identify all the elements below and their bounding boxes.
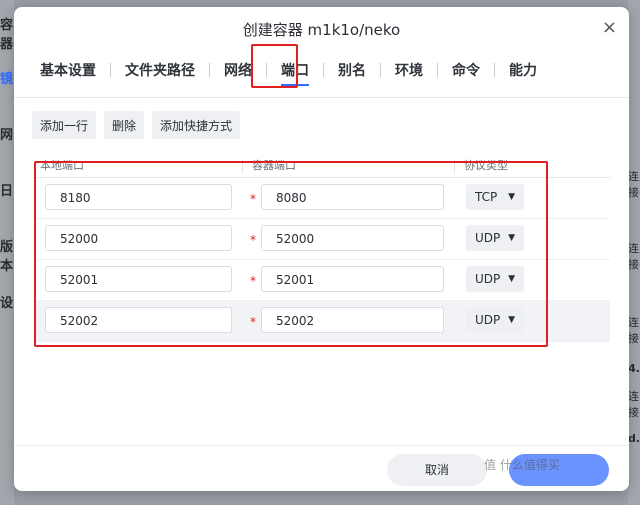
background-right-panel: 连接 连接 连接 连接 4. d. (628, 0, 640, 505)
footer-divider (14, 445, 629, 446)
tab-separator (494, 63, 495, 77)
close-icon[interactable]: × (602, 17, 617, 38)
cancel-button[interactable]: 取消 (387, 454, 487, 486)
bg-left-fragment: 网 (0, 128, 14, 143)
bg-left-fragment: 容器 (0, 18, 14, 52)
tab-alias[interactable]: 别名 (330, 60, 374, 80)
bg-right-fragment: 连接 (628, 316, 639, 345)
tab-capabilities[interactable]: 能力 (501, 60, 545, 80)
delete-button[interactable]: 删除 (104, 111, 145, 139)
bg-left-fragment: 版本 (0, 240, 14, 274)
tab-separator (209, 63, 210, 77)
header-divider (14, 97, 629, 98)
tab-highlight-box (251, 44, 298, 88)
tab-separator (437, 63, 438, 77)
bg-left-fragment: 镜 (0, 72, 14, 87)
tab-separator (323, 63, 324, 77)
toolbar: 添加一行 删除 添加快捷方式 (32, 111, 241, 139)
bg-left-fragment: 日 (0, 184, 14, 199)
tab-command[interactable]: 命令 (444, 60, 488, 80)
bg-right-fragment: 4. (628, 362, 640, 375)
watermark: 值 什么值得买 (484, 458, 560, 472)
tab-environment[interactable]: 环境 (387, 60, 431, 80)
create-container-dialog: 创建容器 m1k1o/neko × 基本设置 文件夹路径 网络 端口 别名 环境… (14, 7, 629, 491)
tab-separator (110, 63, 111, 77)
bg-right-fragment: 连接 (628, 242, 639, 271)
add-row-button[interactable]: 添加一行 (32, 111, 97, 139)
table-highlight-box (34, 161, 548, 347)
bg-left-fragment: 设 (0, 296, 14, 311)
bg-right-fragment: d. (627, 432, 640, 445)
tab-folder-path[interactable]: 文件夹路径 (117, 60, 203, 80)
add-shortcut-button[interactable]: 添加快捷方式 (152, 111, 241, 139)
bg-right-fragment: 连接 (628, 170, 639, 199)
tab-basic-settings[interactable]: 基本设置 (32, 60, 104, 80)
tab-separator (380, 63, 381, 77)
background-left-panel: 容器 镜 网 日 版本 设 (0, 0, 14, 505)
dialog-title: 创建容器 m1k1o/neko (242, 21, 401, 39)
bg-right-fragment: 连接 (628, 390, 639, 419)
